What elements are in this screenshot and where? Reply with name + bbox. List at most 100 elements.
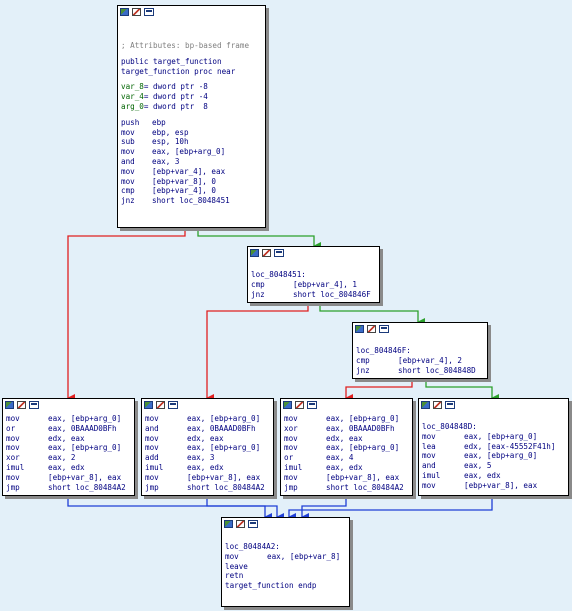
operand: eax, [ebp+arg_0] — [326, 443, 400, 453]
graph-color-icon[interactable] — [120, 8, 129, 16]
mnemonic: imul — [422, 470, 441, 480]
operand: eax, [ebp+arg_0] — [464, 431, 538, 441]
edge-loc-8048451-to-case-and — [206, 303, 309, 402]
asm-line[interactable]: xor eax, 0BAAAD0BFh — [284, 424, 412, 434]
asm-line[interactable]: mov eax, [ebp+arg_0] — [422, 432, 568, 442]
asm-line[interactable]: mov edx, eax — [6, 434, 134, 444]
edit-pencil-icon[interactable] — [236, 520, 245, 528]
mnemonic: jnz — [121, 196, 135, 206]
asm-line[interactable]: imul eax, edx — [6, 463, 134, 473]
block-toolbar — [281, 399, 412, 411]
asm-line[interactable]: push ebp — [121, 118, 265, 128]
block-loc-804846F[interactable]: loc_804846F: cmp [ebp+var_4], 2 jnz short … — [352, 322, 488, 379]
edit-pencil-icon[interactable] — [262, 249, 271, 257]
edit-pencil-icon[interactable] — [367, 325, 376, 333]
asm-line[interactable]: jmp short loc_80484A2 — [145, 483, 273, 493]
block-view-icon[interactable] — [445, 401, 455, 409]
asm-line[interactable]: mov eax, [ebp+arg_0] — [121, 147, 265, 157]
operand: eax, [ebp+arg_0] — [48, 443, 122, 453]
asm-line[interactable]: xor eax, 2 — [6, 453, 134, 463]
asm-line[interactable]: mov [ebp+var_4], eax — [121, 167, 265, 177]
block-case-or[interactable]: mov eax, [ebp+arg_0] or eax, 0BAAAD0BFh mo… — [2, 398, 135, 496]
asm-line[interactable]: mov [ebp+var_8], eax — [422, 481, 568, 491]
asm-line[interactable]: mov eax, [ebp+arg_0] — [145, 443, 273, 453]
graph-color-icon[interactable] — [224, 520, 233, 528]
edit-pencil-icon[interactable] — [132, 8, 141, 16]
graph-color-icon[interactable] — [5, 401, 14, 409]
asm-line[interactable]: mov eax, [ebp+var_8] — [225, 552, 349, 562]
asm-line[interactable]: jnz short loc_8048451 — [121, 196, 265, 206]
asm-line[interactable]: cmp [ebp+var_4], 2 — [356, 356, 487, 366]
asm-line[interactable]: imul eax, edx — [284, 463, 412, 473]
graph-color-icon[interactable] — [355, 325, 364, 333]
asm-line[interactable]: imul eax, edx — [422, 471, 568, 481]
asm-line[interactable]: mov eax, [ebp+arg_0] — [6, 443, 134, 453]
block-view-icon[interactable] — [307, 401, 317, 409]
block-view-icon[interactable] — [144, 8, 154, 16]
edge-loc-8048451-to-loc-804846F — [319, 303, 425, 326]
edit-pencil-icon[interactable] — [433, 401, 442, 409]
block-toolbar — [3, 399, 134, 411]
block-label[interactable]: loc_804848D: — [422, 422, 568, 432]
asm-line[interactable]: mov eax, [ebp+arg_0] — [145, 414, 273, 424]
graph-color-icon[interactable] — [144, 401, 153, 409]
edit-pencil-icon[interactable] — [156, 401, 165, 409]
asm-line[interactable]: mov edx, eax — [284, 434, 412, 444]
edit-pencil-icon[interactable] — [17, 401, 26, 409]
mnemonic: leave — [225, 561, 248, 571]
asm-line[interactable]: mov eax, [ebp+arg_0] — [6, 414, 134, 424]
operand: short loc_80484A2 — [326, 482, 404, 492]
asm-line[interactable]: retn — [225, 571, 349, 581]
asm-line[interactable]: or eax, 0BAAAD0BFh — [6, 424, 134, 434]
asm-line[interactable]: add eax, 3 — [145, 453, 273, 463]
asm-line[interactable]: jmp short loc_80484A2 — [284, 483, 412, 493]
asm-line[interactable]: mov [ebp+var_8], eax — [6, 473, 134, 483]
asm-line[interactable]: and eax, 0BAAAD0BFh — [145, 424, 273, 434]
block-loc-8048451[interactable]: loc_8048451: cmp [ebp+var_4], 1 jnz short … — [247, 246, 380, 303]
asm-line[interactable]: or eax, 4 — [284, 453, 412, 463]
block-view-icon[interactable] — [248, 520, 258, 528]
asm-line[interactable]: and eax, 3 — [121, 157, 265, 167]
asm-line[interactable]: jmp short loc_80484A2 — [6, 483, 134, 493]
block-case-xor[interactable]: mov eax, [ebp+arg_0] xor eax, 0BAAAD0BFh m… — [280, 398, 413, 496]
mnemonic: mov — [6, 433, 20, 443]
asm-line[interactable]: and eax, 5 — [422, 461, 568, 471]
asm-line[interactable]: cmp [ebp+var_4], 1 — [251, 280, 379, 290]
block-view-icon[interactable] — [274, 249, 284, 257]
graph-color-icon[interactable] — [250, 249, 259, 257]
asm-line[interactable]: leave — [225, 562, 349, 572]
edit-pencil-icon[interactable] — [295, 401, 304, 409]
block-case-and[interactable]: mov eax, [ebp+arg_0] and eax, 0BAAAD0BFh m… — [141, 398, 274, 496]
operand: ebp, esp — [152, 127, 189, 137]
block-label[interactable]: loc_804846F: — [356, 346, 487, 356]
asm-line[interactable]: mov eax, [ebp+arg_0] — [284, 443, 412, 453]
block-loc-80484A2[interactable]: loc_80484A2: mov eax, [ebp+var_8] leave r… — [221, 517, 350, 607]
asm-line[interactable]: mov ebp, esp — [121, 128, 265, 138]
asm-line[interactable]: mov [ebp+var_8], eax — [284, 473, 412, 483]
operand: [ebp+var_4], 0 — [152, 186, 217, 196]
entry-block[interactable]: ; Attributes: bp-based frame public targ… — [117, 5, 266, 228]
block-label[interactable]: loc_8048451: — [251, 270, 379, 280]
block-view-icon[interactable] — [29, 401, 39, 409]
asm-line[interactable]: mov eax, [ebp+arg_0] — [422, 451, 568, 461]
asm-line[interactable]: mov eax, [ebp+arg_0] — [284, 414, 412, 424]
asm-line[interactable]: jnz short loc_804848D — [356, 366, 487, 376]
graph-color-icon[interactable] — [283, 401, 292, 409]
block-loc-804848D[interactable]: loc_804848D: mov eax, [ebp+arg_0] lea edx,… — [418, 398, 569, 496]
block-view-icon[interactable] — [379, 325, 389, 333]
asm-line[interactable]: lea edx, [eax-45552F41h] — [422, 442, 568, 452]
asm-line[interactable]: mov [ebp+var_8], eax — [145, 473, 273, 483]
asm-line[interactable]: mov edx, eax — [145, 434, 273, 444]
operand: eax, edx — [187, 462, 224, 472]
graph-color-icon[interactable] — [421, 401, 430, 409]
block-label[interactable]: loc_80484A2: — [225, 542, 349, 552]
block-view-icon[interactable] — [168, 401, 178, 409]
operand: eax, 0BAAAD0BFh — [187, 423, 256, 433]
asm-line[interactable]: jnz short loc_804846F — [251, 290, 379, 300]
asm-line[interactable]: imul eax, edx — [145, 463, 273, 473]
asm-line[interactable]: sub esp, 10h — [121, 137, 265, 147]
edge-case-and-to-exit — [206, 496, 284, 521]
operand: eax, 5 — [464, 461, 492, 471]
asm-line[interactable]: cmp [ebp+var_4], 0 — [121, 186, 265, 196]
asm-line[interactable]: mov [ebp+var_8], 0 — [121, 177, 265, 187]
